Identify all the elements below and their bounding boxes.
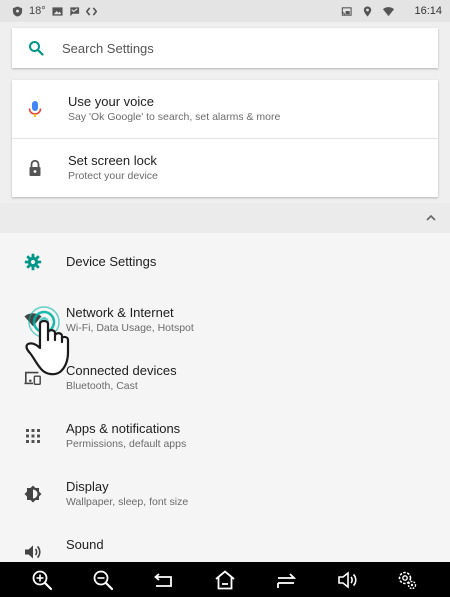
gear-icon [24,253,42,271]
home-button[interactable] [212,567,238,593]
image-icon [52,6,63,16]
suggestion-voice[interactable]: Use your voice Say 'Ok Google' to search… [12,80,438,138]
navigation-bar [0,562,450,597]
list-item-subtitle: Wi-Fi, Data Usage, Hotspot [66,322,194,334]
search-icon [29,41,44,56]
chevron-up-icon [426,214,436,221]
list-item-title: Device Settings [66,254,157,269]
apps-grid-icon [26,429,40,443]
list-item-title: Sound [66,537,104,552]
list-item-apps-notifications[interactable]: Apps & notifications Permissions, defaul… [0,407,450,465]
code-icon [85,6,97,16]
list-item-title: Display [66,479,109,494]
cast-icon [342,6,353,16]
list-item-sound[interactable]: Sound [0,523,450,562]
temperature-text: 18° [29,5,46,17]
list-item-subtitle: Permissions, default apps [66,438,187,450]
list-item-network-internet[interactable]: Network & Internet Wi-Fi, Data Usage, Ho… [0,291,450,349]
search-bar[interactable]: Search Settings [12,28,438,68]
shield-icon [12,5,23,17]
suggestion-voice-subtitle: Say 'Ok Google' to search, set alarms & … [68,111,281,123]
microphone-icon [28,101,42,117]
suggestion-lock-subtitle: Protect your device [68,170,158,182]
list-item-title: Network & Internet [66,305,174,320]
wifi-status-icon [383,6,395,16]
list-item-subtitle: Wallpaper, sleep, font size [66,496,189,508]
recents-icon [276,572,296,588]
zoom-out-button[interactable] [90,567,116,593]
home-icon [215,569,235,589]
back-button[interactable] [151,567,177,593]
search-placeholder: Search Settings [62,40,154,56]
volume-icon [25,545,41,559]
settings-button[interactable] [394,567,420,593]
devices-icon [24,371,41,386]
back-icon [154,572,173,587]
brightness-icon [24,485,42,503]
volume-button[interactable] [334,567,360,593]
suggestion-lock-title: Set screen lock [68,153,157,168]
list-item-connected-devices[interactable]: Connected devices Bluetooth, Cast [0,349,450,407]
suggestions-card: Use your voice Say 'Ok Google' to search… [12,80,438,197]
lock-icon [29,159,41,176]
recents-button[interactable] [273,567,299,593]
zoom-in-button[interactable] [29,567,55,593]
list-item-device-settings[interactable]: Device Settings [0,233,450,291]
suggestion-screen-lock[interactable]: Set screen lock Protect your device [12,139,438,197]
status-bar: 18° 16:14 [0,0,450,22]
zoom-in-icon [33,570,53,590]
wifi-icon [24,313,42,327]
settings-list: Device Settings Network & Internet Wi-Fi… [0,233,450,562]
list-item-title: Connected devices [66,363,177,378]
zoom-out-icon [93,570,114,590]
suggestion-voice-title: Use your voice [68,94,154,109]
list-item-title: Apps & notifications [66,421,181,436]
settings-icon [399,571,417,589]
location-icon [364,5,372,17]
volume-icon [337,570,357,589]
message-icon [69,6,79,16]
list-item-display[interactable]: Display Wallpaper, sleep, font size [0,465,450,523]
collapse-toggle[interactable] [0,203,450,233]
list-item-subtitle: Bluetooth, Cast [66,380,138,392]
clock-text: 16:14 [414,5,442,17]
